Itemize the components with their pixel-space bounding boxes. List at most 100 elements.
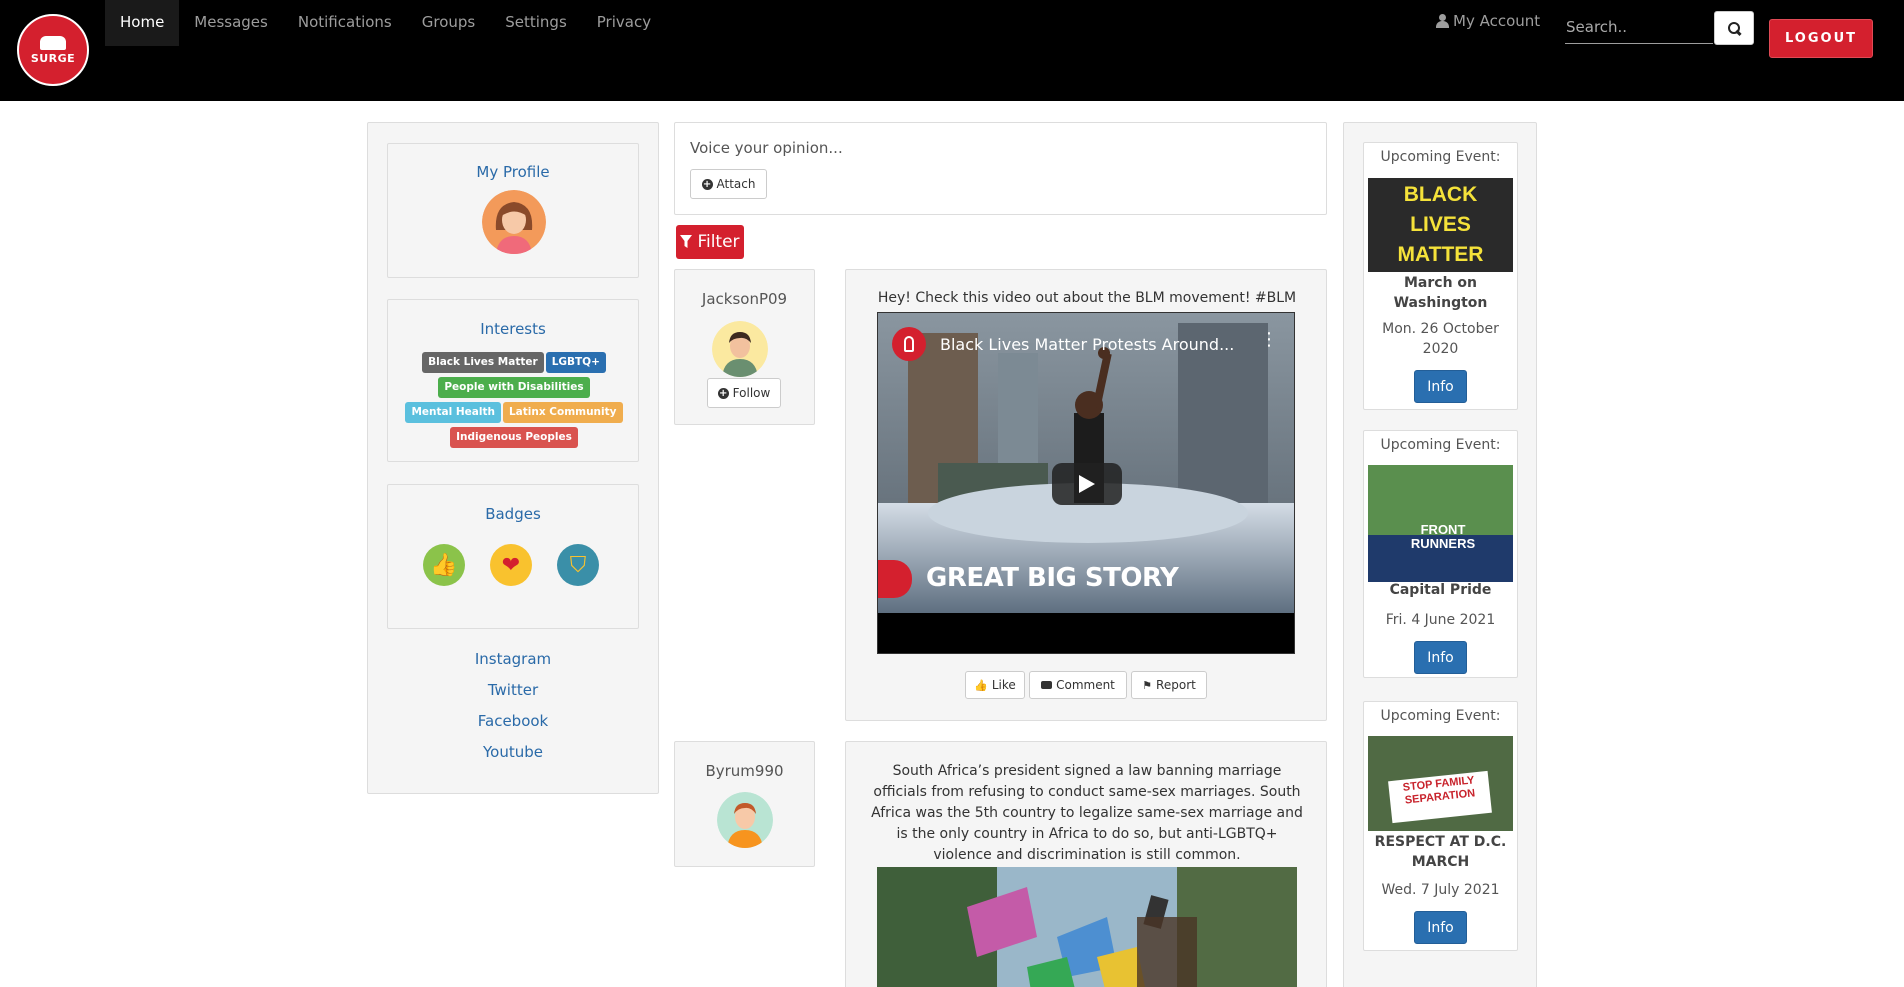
filter-label: Filter	[697, 232, 740, 252]
post-image[interactable]	[877, 867, 1297, 987]
shield-icon[interactable]: ⛉	[557, 544, 599, 586]
event-title: Capital Pride	[1389, 582, 1492, 598]
event-image-text: STOP FAMILY SEPARATION	[1388, 770, 1492, 824]
youtube-link[interactable]: Youtube	[368, 743, 658, 761]
post-text: Hey! Check this video out about the BLM …	[877, 290, 1297, 306]
like-label: Like	[991, 678, 1016, 692]
event-info-button[interactable]: Info	[1414, 370, 1467, 403]
thumbs-up-icon[interactable]: 👍	[423, 544, 465, 586]
comment-label: Comment	[1056, 678, 1115, 692]
event-title: March on Washington	[1393, 275, 1488, 311]
interest-tags: Black Lives Matter LGBTQ+ People with Dis…	[398, 350, 630, 450]
report-label: Report	[1156, 678, 1196, 692]
profile-card: My Profile	[387, 143, 639, 278]
my-profile-avatar[interactable]	[482, 190, 546, 254]
post-author-card: JacksonP09 + Follow	[674, 269, 815, 425]
more-options-icon[interactable]: ⋮	[1260, 331, 1278, 349]
plus-circle-icon: +	[701, 178, 713, 190]
tag-people-with-disabilities[interactable]: People with Disabilities	[438, 377, 590, 398]
nav-home[interactable]: Home	[105, 0, 180, 46]
badges-title[interactable]: Badges	[388, 505, 638, 523]
heart-logo-icon	[40, 35, 66, 50]
tag-mental-health[interactable]: Mental Health	[405, 402, 501, 423]
attach-button[interactable]: + Attach	[690, 169, 767, 199]
tag-lgbtq[interactable]: LGBTQ+	[545, 352, 606, 373]
author-username[interactable]: Byrum990	[675, 762, 814, 780]
comment-button[interactable]: Comment	[1029, 671, 1127, 699]
events-sidebar: Upcoming Event: BLACK LIVES MATTER March…	[1343, 122, 1537, 987]
post-composer: Voice your opinion... + Attach	[674, 122, 1327, 215]
event-card: Upcoming Event: BLACK LIVES MATTER March…	[1363, 142, 1518, 410]
nav-groups[interactable]: Groups	[407, 0, 490, 46]
event-info-button[interactable]: Info	[1414, 911, 1467, 944]
interests-title[interactable]: Interests	[388, 320, 638, 338]
post-card: Hey! Check this video out about the BLM …	[845, 269, 1327, 721]
flag-icon: ⚑	[1142, 678, 1153, 692]
event-heading: Upcoming Event:	[1380, 708, 1501, 724]
post-text: South Africa’s president signed a law ba…	[871, 763, 1303, 863]
opinion-input[interactable]: Voice your opinion...	[690, 139, 843, 157]
filter-button[interactable]: Filter	[676, 225, 744, 259]
event-date: Fri. 4 June 2021	[1385, 612, 1496, 628]
author-avatar[interactable]	[712, 321, 768, 377]
event-card: Upcoming Event: FRONT RUNNERS Capital Pr…	[1363, 430, 1518, 678]
filter-icon	[680, 235, 693, 248]
event-image-text: BLACK LIVES MATTER	[1397, 183, 1484, 266]
follow-label: Follow	[732, 386, 771, 400]
interests-card: Interests Black Lives Matter LGBTQ+ Peopl…	[387, 299, 639, 462]
surge-logo[interactable]: SURGE	[17, 14, 89, 86]
event-card: Upcoming Event: STOP FAMILY SEPARATION R…	[1363, 701, 1518, 951]
nav-privacy[interactable]: Privacy	[582, 0, 666, 46]
thumbs-up-icon: 👍	[974, 678, 988, 692]
comment-icon	[1041, 681, 1053, 689]
author-avatar[interactable]	[717, 792, 773, 848]
search-input[interactable]	[1565, 10, 1713, 44]
user-icon	[1436, 14, 1449, 28]
left-sidebar: My Profile Interests Black Lives Matter L…	[367, 122, 659, 794]
nav-settings[interactable]: Settings	[490, 0, 582, 46]
event-heading: Upcoming Event:	[1380, 149, 1501, 165]
event-title: RESPECT AT D.C. MARCH	[1374, 834, 1507, 870]
like-button[interactable]: 👍 Like	[965, 671, 1025, 699]
heart-icon[interactable]: ❤	[490, 544, 532, 586]
report-button[interactable]: ⚑ Report	[1131, 671, 1207, 699]
attach-label: Attach	[716, 177, 756, 191]
post-card: South Africa’s president signed a law ba…	[845, 741, 1327, 987]
event-image[interactable]: FRONT RUNNERS	[1368, 465, 1513, 582]
event-date: Wed. 7 July 2021	[1381, 882, 1500, 898]
brand-rocket-icon	[878, 560, 912, 598]
event-image[interactable]: BLACK LIVES MATTER	[1368, 178, 1513, 272]
video-title[interactable]: Black Lives Matter Protests Around...	[940, 335, 1234, 354]
play-icon	[1079, 475, 1095, 493]
search-button[interactable]	[1714, 11, 1754, 45]
event-heading: Upcoming Event:	[1380, 437, 1501, 453]
post-author-card: Byrum990	[674, 741, 815, 867]
tag-black-lives-matter[interactable]: Black Lives Matter	[422, 352, 544, 373]
top-navbar: SURGE Home Messages Notifications Groups…	[0, 0, 1904, 101]
event-info-button[interactable]: Info	[1414, 641, 1467, 674]
play-button[interactable]	[1052, 463, 1122, 505]
search-icon	[1727, 21, 1741, 35]
logout-button[interactable]: LOGOUT	[1769, 19, 1873, 58]
author-username[interactable]: JacksonP09	[675, 290, 814, 308]
tag-latinx-community[interactable]: Latinx Community	[502, 402, 623, 423]
event-image-text: FRONT RUNNERS	[1410, 522, 1476, 551]
my-profile-link[interactable]: My Profile	[388, 163, 638, 181]
nav-messages[interactable]: Messages	[179, 0, 283, 46]
logo-text: SURGE	[30, 51, 76, 65]
facebook-link[interactable]: Facebook	[368, 712, 658, 730]
my-account-label: My Account	[1453, 12, 1541, 30]
video-player[interactable]: Black Lives Matter Protests Around... ⋮ …	[877, 312, 1295, 654]
plus-circle-icon: +	[717, 387, 729, 399]
my-account-link[interactable]: My Account	[1436, 12, 1540, 30]
event-image[interactable]: STOP FAMILY SEPARATION	[1368, 736, 1513, 831]
instagram-link[interactable]: Instagram	[368, 650, 658, 668]
main-nav: Home Messages Notifications Groups Setti…	[105, 0, 666, 46]
follow-button[interactable]: + Follow	[707, 378, 781, 408]
video-brand-text: GREAT BIG STORY	[926, 563, 1179, 593]
event-date: Mon. 26 October 2020	[1382, 321, 1499, 357]
tag-indigenous-peoples[interactable]: Indigenous Peoples	[450, 427, 578, 448]
nav-notifications[interactable]: Notifications	[283, 0, 407, 46]
twitter-link[interactable]: Twitter	[368, 681, 658, 699]
channel-icon[interactable]	[892, 327, 926, 361]
